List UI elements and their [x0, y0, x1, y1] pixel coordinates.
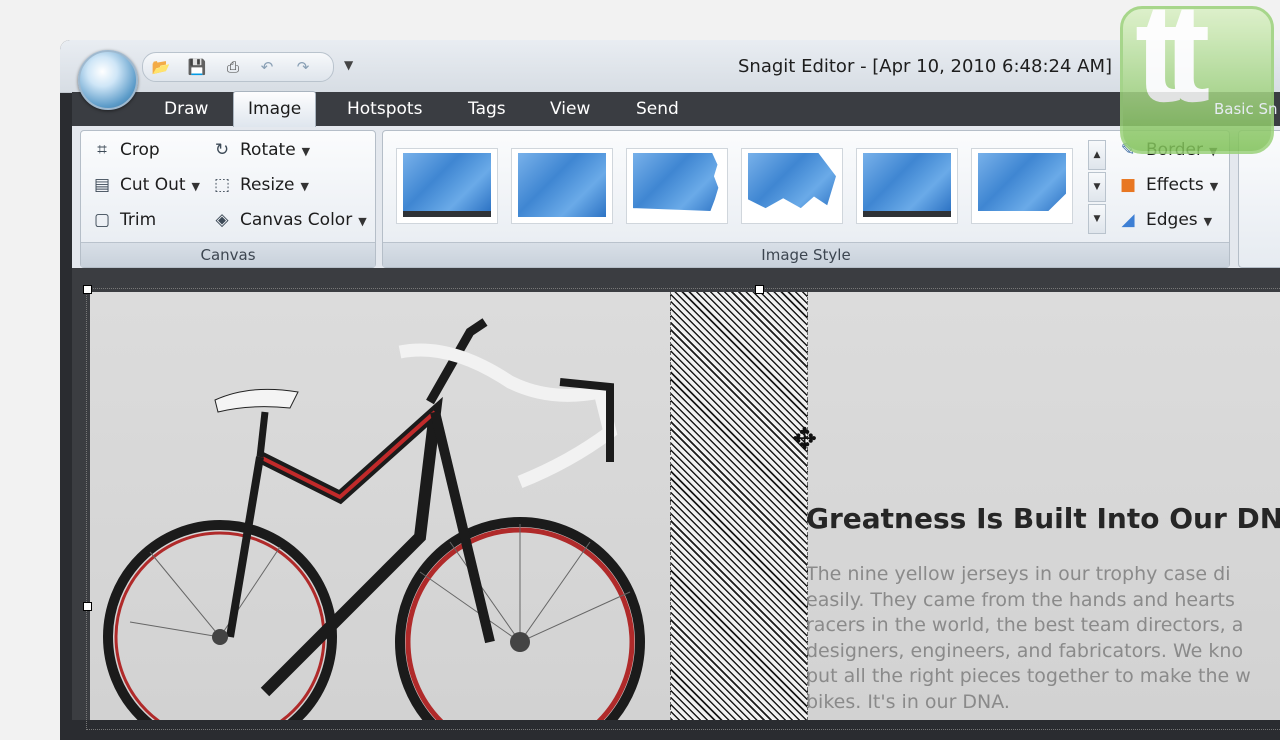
cut-out-button[interactable]: ▤ Cut Out ▼	[90, 171, 200, 199]
style-thumbnail[interactable]	[741, 148, 843, 224]
trim-label: Trim	[120, 210, 157, 230]
crop-label: Crop	[120, 140, 160, 160]
canvas-color-button[interactable]: ◈ Canvas Color ▼	[210, 206, 367, 234]
document-headline: Greatness Is Built Into Our DNA	[806, 502, 1280, 535]
edges-button[interactable]: ◢ Edges ▼	[1116, 206, 1212, 234]
edges-icon: ◢	[1121, 210, 1135, 230]
resize-button[interactable]: ⬚ Resize ▼	[210, 171, 309, 199]
app-orb-button[interactable]	[78, 50, 138, 110]
effects-button[interactable]: ■ Effects ▼	[1116, 171, 1218, 199]
chevron-down-icon: ▼	[1203, 215, 1213, 228]
open-icon[interactable]: 📂	[149, 56, 173, 78]
crop-icon: ⌗	[97, 140, 107, 160]
paragraph-line: put all the right pieces together to mak…	[806, 665, 1251, 687]
image-style-group-label: Image Style	[383, 242, 1229, 267]
effects-icon: ■	[1119, 175, 1137, 195]
style-thumbnail[interactable]	[396, 148, 498, 224]
basic-snagit-label: Basic Sn	[1214, 100, 1278, 118]
gallery-scroll-up-icon[interactable]: ▲	[1088, 140, 1106, 170]
undo-icon[interactable]: ↶	[255, 56, 279, 78]
cut-out-label: Cut Out	[120, 175, 186, 195]
style-thumbnail[interactable]	[971, 148, 1073, 224]
tab-draw[interactable]: Draw	[150, 97, 222, 125]
gallery-scroll-down-icon[interactable]: ▼	[1088, 172, 1106, 202]
chevron-down-icon: ▼	[301, 145, 311, 158]
tab-tags[interactable]: Tags	[454, 97, 520, 125]
style-thumbnail[interactable]	[626, 148, 728, 224]
trim-button[interactable]: ▢ Trim	[90, 206, 156, 234]
paragraph-line: bikes. It's in our DNA.	[806, 690, 1010, 713]
rotate-icon: ↻	[214, 140, 230, 160]
canvas-group-label: Canvas	[81, 242, 375, 267]
gallery-expand-icon[interactable]: ▼	[1088, 204, 1106, 234]
tt-logo: tt	[1120, 0, 1274, 154]
chevron-down-icon: ▼	[358, 215, 367, 228]
chevron-down-icon: ▼	[1209, 180, 1219, 193]
tab-hotspots[interactable]: Hotspots	[333, 97, 436, 125]
chevron-down-icon: ▼	[300, 180, 309, 193]
resize-handle[interactable]	[755, 285, 764, 294]
resize-handle[interactable]	[83, 285, 92, 294]
resize-icon: ⬚	[213, 175, 231, 195]
rotate-button[interactable]: ↻ Rotate ▼	[210, 136, 310, 164]
style-thumbnail[interactable]	[511, 148, 613, 224]
move-cursor-icon: ✥	[792, 422, 818, 457]
effects-label: Effects	[1146, 175, 1204, 195]
window-title: Snagit Editor - [Apr 10, 2010 6:48:24 AM…	[738, 56, 1113, 77]
save-icon[interactable]: 💾	[185, 56, 209, 78]
logo-text: tt	[1135, 0, 1210, 131]
tab-view[interactable]: View	[536, 97, 604, 125]
customize-qat-dropdown-icon[interactable]: ▼	[344, 58, 353, 72]
style-thumbnail[interactable]	[856, 148, 958, 224]
cut-out-icon: ▤	[93, 175, 111, 195]
paragraph-line: easily. They came from the hands and hea…	[806, 588, 1235, 611]
canvas-color-label: Canvas Color	[240, 210, 353, 230]
chevron-down-icon: ▼	[191, 180, 201, 193]
tab-image[interactable]: Image	[233, 91, 317, 127]
paint-bucket-icon: ◈	[215, 210, 229, 230]
resize-label: Resize	[240, 175, 295, 195]
tab-send[interactable]: Send	[622, 97, 693, 125]
trim-icon: ▢	[93, 210, 111, 230]
rotate-label: Rotate	[240, 140, 296, 160]
resize-handle[interactable]	[83, 602, 92, 611]
document-paragraph: The nine yellow jerseys in our trophy ca…	[806, 562, 1280, 715]
redo-icon[interactable]: ↷	[291, 56, 315, 78]
edges-label: Edges	[1146, 210, 1198, 230]
paragraph-line: racers in the world, the best team direc…	[806, 614, 1244, 636]
paragraph-line: The nine yellow jerseys in our trophy ca…	[806, 563, 1231, 585]
cut-out-selection[interactable]	[670, 292, 808, 720]
paragraph-line: designers, engineers, and fabricators. W…	[806, 639, 1244, 662]
print-icon[interactable]: ⎙	[221, 56, 245, 78]
crop-button[interactable]: ⌗ Crop	[90, 136, 160, 164]
quick-access-toolbar: 📂 💾 ⎙ ↶ ↷	[142, 52, 334, 82]
